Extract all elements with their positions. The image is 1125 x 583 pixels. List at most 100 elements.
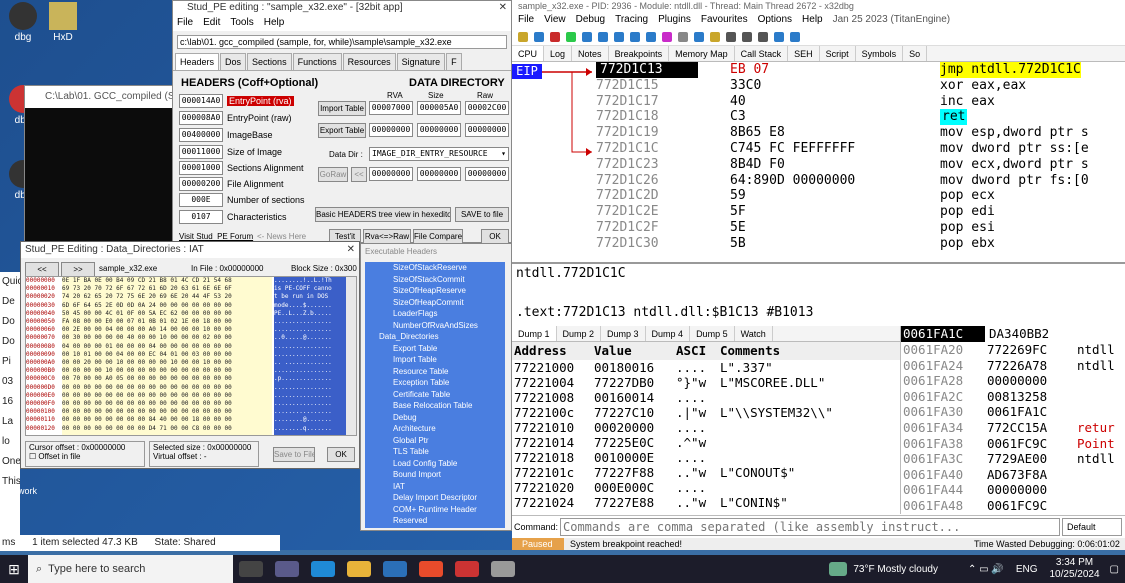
tab-log[interactable]: Log bbox=[544, 46, 573, 61]
ascii-row[interactable]: ................ bbox=[274, 326, 348, 334]
ascii-row[interactable]: ........!..L.!Th bbox=[274, 277, 348, 285]
tab-dump-3[interactable]: Dump 3 bbox=[601, 326, 646, 341]
notification-icon[interactable]: ▢ bbox=[1110, 564, 1119, 575]
import-table-button[interactable]: Import Table bbox=[318, 101, 366, 116]
dump-row[interactable]: 77221010 00020000.... bbox=[512, 420, 900, 435]
sidebar-item[interactable]: Pi bbox=[0, 352, 20, 372]
ascii-row[interactable]: ................ bbox=[274, 408, 348, 416]
stack-row[interactable]: 0061FA30 0061FA1C bbox=[901, 404, 1125, 420]
tree-item[interactable]: Load Config Table bbox=[393, 458, 505, 470]
sidebar-item[interactable]: Do bbox=[0, 312, 20, 332]
tree-item[interactable]: Global Ptr bbox=[393, 435, 505, 447]
ascii-row[interactable]: ................ bbox=[274, 351, 348, 359]
mail-icon[interactable] bbox=[383, 561, 407, 577]
task-view-icon[interactable] bbox=[239, 561, 263, 577]
close-icon[interactable]: ✕ bbox=[347, 242, 355, 258]
save-to-file-button[interactable]: Save to File bbox=[273, 447, 315, 462]
dd-raw[interactable]: 00000000 bbox=[465, 167, 509, 181]
ascii-row[interactable]: ................ bbox=[274, 400, 348, 408]
scylla-icon[interactable] bbox=[662, 31, 672, 42]
sidebar-item-network[interactable]: Network bbox=[4, 486, 37, 496]
rva-raw-button[interactable]: Rva<=>Raw bbox=[363, 229, 411, 244]
export-raw[interactable]: 00000000 bbox=[465, 123, 509, 137]
run-to-return-icon[interactable] bbox=[630, 31, 640, 42]
tab-call-stack[interactable]: Call Stack bbox=[735, 46, 789, 61]
dump-row[interactable]: 77221018 0010000E.... bbox=[512, 450, 900, 465]
disasm-row[interactable]: 772D1C2E 5F pop edi bbox=[512, 204, 1125, 220]
disassembly-view[interactable]: EIP 772D1C13 EB 07 jmp ntdll.772D1C1C 772D1… bbox=[512, 62, 1125, 262]
tray-icons[interactable]: ⌃ ▭ 🔊 bbox=[968, 564, 1004, 575]
stop-icon[interactable] bbox=[550, 31, 560, 42]
dump-view[interactable]: Address Value ASCI Comments 77221000 0018… bbox=[512, 342, 900, 514]
weather-text[interactable]: 73°F Mostly cloudy bbox=[853, 564, 938, 575]
field-value[interactable]: 00001000 bbox=[179, 160, 223, 175]
tree-item[interactable]: Debug bbox=[393, 412, 505, 424]
offset-in-file-checkbox[interactable]: ☐ Offset in file bbox=[29, 452, 141, 461]
hex-row[interactable]: 00 00 00 00 00 00 00 00 D4 71 00 00 C8 0… bbox=[62, 425, 272, 433]
tab-symbols[interactable]: Symbols bbox=[856, 46, 904, 61]
tree-item[interactable]: Certificate Table bbox=[393, 389, 505, 401]
sidebar-item[interactable]: Do bbox=[0, 332, 20, 352]
hex-row[interactable]: 00 00 00 00 00 00 00 00 00 00 00 00 00 0… bbox=[62, 384, 272, 392]
disasm-row[interactable]: 772D1C19 8B65 E8 mov esp,dword ptr s bbox=[512, 125, 1125, 141]
chrome-icon[interactable] bbox=[419, 561, 443, 577]
stack-row[interactable]: 0061FA40 AD673F8A bbox=[901, 467, 1125, 483]
hex-row[interactable]: 0E 1F BA 0E 00 B4 09 CD 21 B8 01 4C CD 2… bbox=[62, 277, 272, 285]
tab-script[interactable]: Script bbox=[820, 46, 856, 61]
command-input[interactable] bbox=[560, 517, 1060, 536]
ascii-row[interactable]: .p.............. bbox=[274, 375, 348, 383]
windows-start-icon[interactable]: ⊞ bbox=[0, 555, 28, 583]
tab-memory-map[interactable]: Memory Map bbox=[669, 46, 735, 61]
tree-item[interactable]: Delay Import Descriptor bbox=[393, 492, 505, 504]
tree-item[interactable]: Data_Directories bbox=[379, 331, 505, 343]
disasm-row[interactable]: 772D1C13 EB 07 jmp ntdll.772D1C1C bbox=[512, 62, 1125, 78]
ascii-row[interactable]: ................ bbox=[274, 392, 348, 400]
disasm-row[interactable]: 772D1C2F 5E pop esi bbox=[512, 220, 1125, 236]
menu-tools[interactable]: Tools bbox=[230, 15, 253, 31]
hex-ascii-column[interactable]: ........!..L.!Th is PE-COFF canno t be run… bbox=[274, 277, 348, 435]
sidebar-item[interactable]: lo bbox=[0, 432, 20, 452]
import-size[interactable]: 000005A0 bbox=[417, 101, 461, 115]
export-size[interactable]: 00000000 bbox=[417, 123, 461, 137]
hex-row[interactable]: 00 00 00 00 00 00 00 00 84 40 00 00 18 0… bbox=[62, 416, 272, 424]
hex-row[interactable]: 00 00 00 00 00 00 00 00 00 00 00 00 00 0… bbox=[62, 408, 272, 416]
field-value[interactable]: 000E bbox=[179, 192, 223, 207]
edge-icon[interactable] bbox=[311, 561, 335, 577]
hex-row[interactable]: 69 73 20 70 72 6F 67 72 61 6D 20 63 61 6… bbox=[62, 285, 272, 293]
save-to-file-button[interactable]: SAVE to file bbox=[455, 207, 509, 222]
ascii-row[interactable]: .. ............. bbox=[274, 359, 348, 367]
field-value[interactable]: 00011000 bbox=[179, 144, 223, 159]
tree-item[interactable]: LoaderFlags bbox=[393, 308, 505, 320]
ascii-row[interactable]: ................ bbox=[274, 384, 348, 392]
stack-top-row[interactable]: 0061FA1C DA340BB2 bbox=[901, 326, 1125, 342]
dd-size[interactable]: 00000000 bbox=[417, 167, 461, 181]
run-icon[interactable] bbox=[566, 31, 576, 42]
tab-breakpoints[interactable]: Breakpoints bbox=[609, 46, 670, 61]
hex-row[interactable]: 00 70 00 00 A0 05 00 00 00 00 00 00 00 0… bbox=[62, 375, 272, 383]
ascii-row[interactable]: is PE-COFF canno bbox=[274, 285, 348, 293]
stack-view[interactable]: 0061FA1C DA340BB2 0061FA20 772269FC ntdll 0… bbox=[900, 326, 1125, 514]
tab-watch[interactable]: Watch bbox=[735, 326, 773, 341]
menu-options[interactable]: Options bbox=[758, 12, 792, 28]
tab-resources[interactable]: Resources bbox=[342, 53, 396, 70]
sidebar-item[interactable]: One bbox=[0, 452, 20, 472]
ascii-row[interactable]: ........@....... bbox=[274, 416, 348, 424]
tree-view[interactable]: SizeOfStackReserve SizeOfStackCommit SizeO… bbox=[365, 262, 505, 528]
dump-row[interactable]: 77221008 00160014.... bbox=[512, 390, 900, 405]
taskbar-search[interactable]: ⌕ Type here to search bbox=[28, 555, 233, 583]
step-into-icon[interactable] bbox=[598, 31, 608, 42]
hex-row[interactable]: 00 00 00 00 10 00 00 00 00 00 00 00 00 0… bbox=[62, 367, 272, 375]
language-indicator[interactable]: ENG bbox=[1016, 564, 1038, 575]
menu-tracing[interactable]: Tracing bbox=[615, 12, 648, 28]
tab-notes[interactable]: Notes bbox=[572, 46, 609, 61]
ok-button[interactable]: OK bbox=[481, 229, 509, 244]
hex-bytes-column[interactable]: 0E 1F BA 0E 00 B4 09 CD 21 B8 01 4C CD 2… bbox=[62, 277, 272, 435]
console-window[interactable]: C:\Lab\01. GCC_compiled (Samp bbox=[24, 85, 174, 242]
stack-row[interactable]: 0061FA2C 00813258 bbox=[901, 389, 1125, 405]
tree-item[interactable]: SizeOfStackReserve bbox=[393, 262, 505, 274]
field-value[interactable]: 00000200 bbox=[179, 176, 223, 191]
sidebar-item[interactable]: De bbox=[0, 292, 20, 312]
ascii-row[interactable]: PE..L...Z.b..... bbox=[274, 310, 348, 318]
stack-row[interactable]: 0061FA38 0061FC9C Point bbox=[901, 436, 1125, 452]
menu-plugins[interactable]: Plugins bbox=[658, 12, 691, 28]
